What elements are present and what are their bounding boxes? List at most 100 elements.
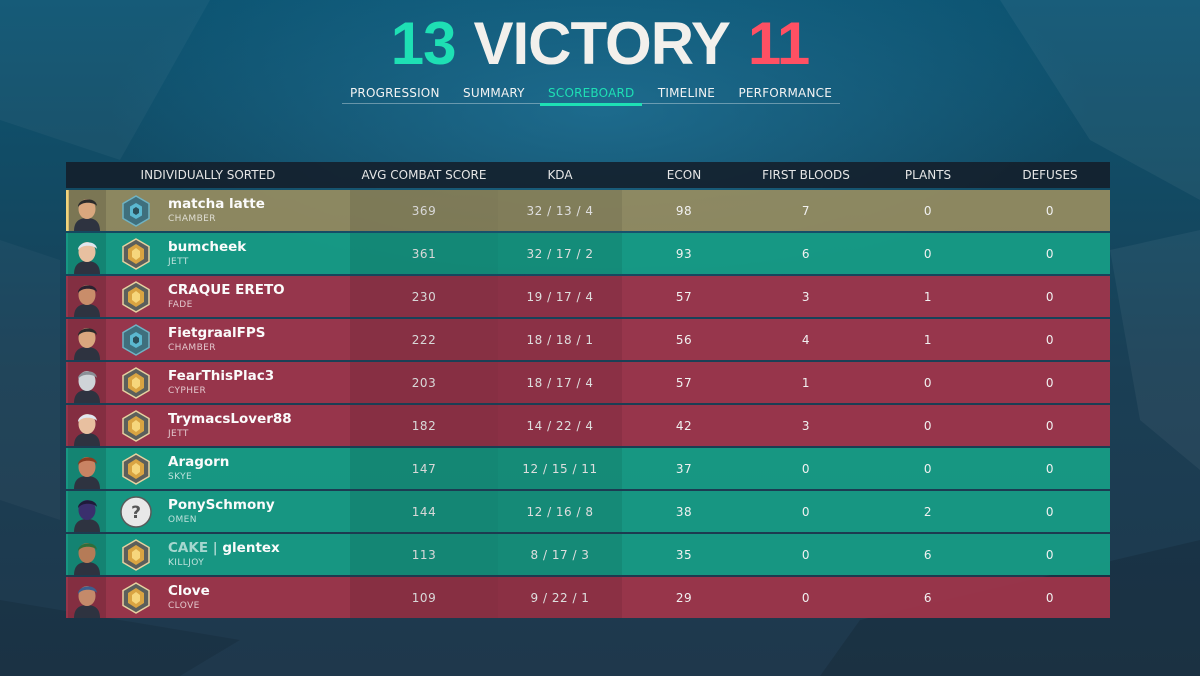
defuses-cell: 0 bbox=[1045, 547, 1055, 562]
header-econ[interactable]: ECON bbox=[622, 168, 746, 182]
player-cell[interactable]: bumcheek JETT bbox=[66, 233, 350, 274]
player-cell[interactable]: ? PonySchmony OMEN bbox=[66, 491, 350, 532]
defuses-cell: 0 bbox=[1045, 375, 1055, 390]
econ-cell: 38 bbox=[675, 504, 693, 519]
table-row[interactable]: matcha latte CHAMBER 369 32 / 13 / 4 98 7 0 0 bbox=[66, 190, 1110, 231]
agent-portrait bbox=[68, 190, 106, 231]
player-cell[interactable]: TrymacsLover88 JETT bbox=[66, 405, 350, 446]
agent-portrait bbox=[68, 276, 106, 317]
tab-timeline[interactable]: TIMELINE bbox=[650, 84, 723, 102]
team-score: 13 bbox=[390, 9, 457, 77]
scoreboard-header-row: INDIVIDUALLY SORTED AVG COMBAT SCORE KDA… bbox=[66, 162, 1110, 188]
player-names: Aragorn SKYE bbox=[168, 454, 229, 483]
defuses-cell: 0 bbox=[1045, 332, 1055, 347]
player-name[interactable]: CRAQUE ERETO bbox=[168, 282, 285, 298]
gold-rank-icon bbox=[118, 451, 154, 487]
player-cell[interactable]: FearThisPlac3 CYPHER bbox=[66, 362, 350, 403]
player-cell[interactable]: FietgraalFPS CHAMBER bbox=[66, 319, 350, 360]
header-first-bloods[interactable]: FIRST BLOODS bbox=[746, 168, 866, 182]
table-row[interactable]: CRAQUE ERETO FADE 230 19 / 17 / 4 57 3 1 0 bbox=[66, 276, 1110, 317]
table-row[interactable]: ? PonySchmony OMEN 144 12 / 16 / 8 38 0 2 0 bbox=[66, 491, 1110, 532]
header-defuses[interactable]: DEFUSES bbox=[990, 168, 1110, 182]
player-name-text: TrymacsLover88 bbox=[168, 411, 292, 427]
econ-cell: 42 bbox=[675, 418, 693, 433]
econ-cell: 57 bbox=[675, 375, 693, 390]
tab-summary[interactable]: SUMMARY bbox=[455, 84, 533, 102]
player-name[interactable]: FearThisPlac3 bbox=[168, 368, 274, 384]
player-name[interactable]: FietgraalFPS bbox=[168, 325, 265, 341]
match-tabs: PROGRESSION SUMMARY SCOREBOARD TIMELINE … bbox=[342, 84, 840, 106]
table-row[interactable]: CAKE | glentex KILLJOY 113 8 / 17 / 3 35 0 6 0 bbox=[66, 534, 1110, 575]
gold-rank-icon bbox=[118, 236, 154, 272]
plants-cell: 6 bbox=[923, 547, 933, 562]
defuses-cell: 0 bbox=[1045, 418, 1055, 433]
table-row[interactable]: FietgraalFPS CHAMBER 222 18 / 18 / 1 56 4 1 0 bbox=[66, 319, 1110, 360]
player-name-text: bumcheek bbox=[168, 239, 247, 255]
acs-column-shade bbox=[350, 319, 498, 360]
header-acs[interactable]: AVG COMBAT SCORE bbox=[350, 168, 498, 182]
defuses-cell: 0 bbox=[1045, 590, 1055, 605]
agent-portrait bbox=[68, 362, 106, 403]
first-bloods-cell: 0 bbox=[801, 590, 811, 605]
player-names: bumcheek JETT bbox=[168, 239, 246, 268]
player-name[interactable]: Clove bbox=[168, 583, 210, 599]
player-names: CRAQUE ERETO FADE bbox=[168, 282, 285, 311]
acs-column-shade bbox=[350, 491, 498, 532]
player-name[interactable]: bumcheek bbox=[168, 239, 246, 255]
kda-column-shade bbox=[498, 448, 622, 489]
player-name-text: PonySchmony bbox=[168, 497, 275, 513]
tab-performance[interactable]: PERFORMANCE bbox=[730, 84, 840, 102]
agent-name: JETT bbox=[168, 257, 189, 267]
econ-cell: 98 bbox=[675, 203, 693, 218]
tab-progression[interactable]: PROGRESSION bbox=[342, 84, 448, 102]
player-name[interactable]: Aragorn bbox=[168, 454, 229, 470]
player-name[interactable]: PonySchmony bbox=[168, 497, 275, 513]
plants-cell: 0 bbox=[923, 461, 933, 476]
tab-scoreboard[interactable]: SCOREBOARD bbox=[540, 84, 643, 106]
header-kda[interactable]: KDA bbox=[498, 168, 622, 182]
player-cell[interactable]: CRAQUE ERETO FADE bbox=[66, 276, 350, 317]
agent-name: CLOVE bbox=[168, 601, 200, 611]
acs-column-shade bbox=[350, 577, 498, 618]
first-bloods-cell: 7 bbox=[801, 203, 811, 218]
first-bloods-cell: 1 bbox=[801, 375, 811, 390]
acs-column-shade bbox=[350, 276, 498, 317]
first-bloods-cell: 4 bbox=[801, 332, 811, 347]
plants-cell: 0 bbox=[923, 246, 933, 261]
player-cell[interactable]: CAKE | glentex KILLJOY bbox=[66, 534, 350, 575]
player-name-text: FietgraalFPS bbox=[168, 325, 266, 341]
table-row[interactable]: bumcheek JETT 361 32 / 17 / 2 93 6 0 0 bbox=[66, 233, 1110, 274]
first-bloods-cell: 3 bbox=[801, 418, 811, 433]
player-names: CAKE | glentex KILLJOY bbox=[168, 540, 280, 569]
gold-rank-icon bbox=[118, 408, 154, 444]
plants-cell: 0 bbox=[923, 418, 933, 433]
kda-column-shade bbox=[498, 577, 622, 618]
kda-column-shade bbox=[498, 405, 622, 446]
player-cell[interactable]: Aragorn SKYE bbox=[66, 448, 350, 489]
defuses-cell: 0 bbox=[1045, 246, 1055, 261]
player-cell[interactable]: matcha latte CHAMBER bbox=[66, 190, 350, 231]
match-result-title: VICTORY bbox=[473, 9, 730, 77]
player-name[interactable]: matcha latte bbox=[168, 196, 265, 212]
first-bloods-cell: 6 bbox=[801, 246, 811, 261]
agent-name: CHAMBER bbox=[168, 343, 216, 353]
first-bloods-cell: 0 bbox=[801, 461, 811, 476]
table-row[interactable]: TrymacsLover88 JETT 182 14 / 22 / 4 42 3 0 0 bbox=[66, 405, 1110, 446]
table-row[interactable]: Clove CLOVE 109 9 / 22 / 1 29 0 6 0 bbox=[66, 577, 1110, 618]
player-team-tag: CAKE bbox=[168, 540, 209, 556]
agent-name: KILLJOY bbox=[168, 558, 205, 568]
player-cell[interactable]: Clove CLOVE bbox=[66, 577, 350, 618]
scoreboard-table: INDIVIDUALLY SORTED AVG COMBAT SCORE KDA… bbox=[66, 162, 1110, 618]
table-row[interactable]: Aragorn SKYE 147 12 / 15 / 11 37 0 0 0 bbox=[66, 448, 1110, 489]
agent-name: JETT bbox=[168, 429, 189, 439]
player-name[interactable]: TrymacsLover88 bbox=[168, 411, 292, 427]
acs-column-shade bbox=[350, 233, 498, 274]
econ-cell: 29 bbox=[675, 590, 693, 605]
iron-rank-icon bbox=[118, 193, 154, 229]
kda-column-shade bbox=[498, 233, 622, 274]
header-plants[interactable]: PLANTS bbox=[866, 168, 990, 182]
header-player[interactable]: INDIVIDUALLY SORTED bbox=[66, 168, 350, 182]
tag-separator: | bbox=[208, 540, 223, 556]
player-name[interactable]: CAKE | glentex bbox=[168, 540, 280, 556]
table-row[interactable]: FearThisPlac3 CYPHER 203 18 / 17 / 4 57 1 0 0 bbox=[66, 362, 1110, 403]
